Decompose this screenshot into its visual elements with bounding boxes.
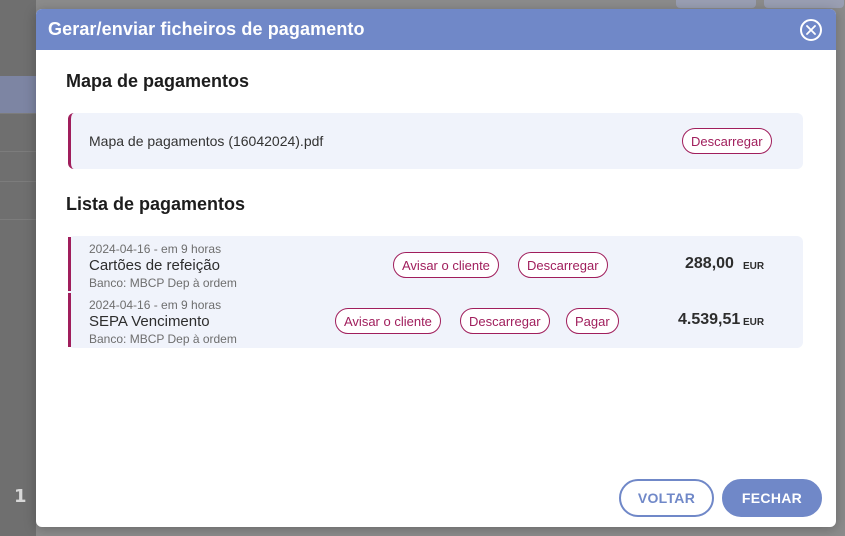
payment-date: 2024-04-16 - em 9 horas: [89, 242, 222, 256]
payment-download-button[interactable]: Descarregar: [460, 308, 550, 334]
bg-row: [0, 182, 36, 220]
map-download-button[interactable]: Descarregar: [682, 128, 772, 154]
payment-currency: EUR: [743, 317, 765, 328]
dialog-header: Gerar/enviar ficheiros de pagamento: [36, 9, 836, 50]
map-file-name: Mapa de pagamentos (16042024).pdf: [89, 133, 324, 149]
map-file-card: Mapa de pagamentos (16042024).pdf Descar…: [68, 113, 803, 169]
notify-client-button[interactable]: Avisar o cliente: [335, 308, 441, 334]
payment-amount: 4.539,51: [678, 311, 741, 328]
list-section-title: Lista de pagamentos: [66, 194, 246, 214]
bg-row: [0, 76, 36, 114]
payment-row: 2024-04-16 - em 9 horas SEPA Vencimento …: [68, 293, 803, 347]
notify-client-button[interactable]: Avisar o cliente: [393, 252, 499, 278]
close-x-icon: [806, 24, 816, 35]
close-button[interactable]: FECHAR: [722, 479, 822, 517]
payment-name: SEPA Vencimento: [89, 313, 210, 330]
bg-row: [0, 144, 36, 182]
background-sidebar: 1: [0, 0, 36, 536]
back-button[interactable]: VOLTAR: [619, 479, 714, 517]
payment-date: 2024-04-16 - em 9 horas: [89, 298, 222, 312]
close-icon[interactable]: [800, 18, 822, 41]
payment-amount: 288,00: [685, 255, 734, 272]
payment-row: 2024-04-16 - em 9 horas Cartões de refei…: [68, 237, 803, 291]
bg-tab-normal: [676, 0, 756, 8]
payments-list: 2024-04-16 - em 9 horas Cartões de refei…: [68, 236, 803, 348]
payment-currency: EUR: [743, 261, 765, 272]
background-right-panel: [835, 50, 845, 520]
payment-bank: Banco: MBCP Dep à ordem: [89, 332, 237, 346]
map-section-title: Mapa de pagamentos: [66, 71, 250, 91]
dialog-title: Gerar/enviar ficheiros de pagamento: [48, 19, 365, 39]
payment-name: Cartões de refeição: [89, 257, 220, 274]
bg-page-number: 1: [14, 486, 27, 507]
payment-bank: Banco: MBCP Dep à ordem: [89, 276, 237, 290]
bg-tab-ferias: [764, 0, 844, 8]
pay-button[interactable]: Pagar: [566, 308, 619, 334]
payment-files-dialog: Gerar/enviar ficheiros de pagamento Mapa…: [36, 9, 836, 527]
payment-download-button[interactable]: Descarregar: [518, 252, 608, 278]
